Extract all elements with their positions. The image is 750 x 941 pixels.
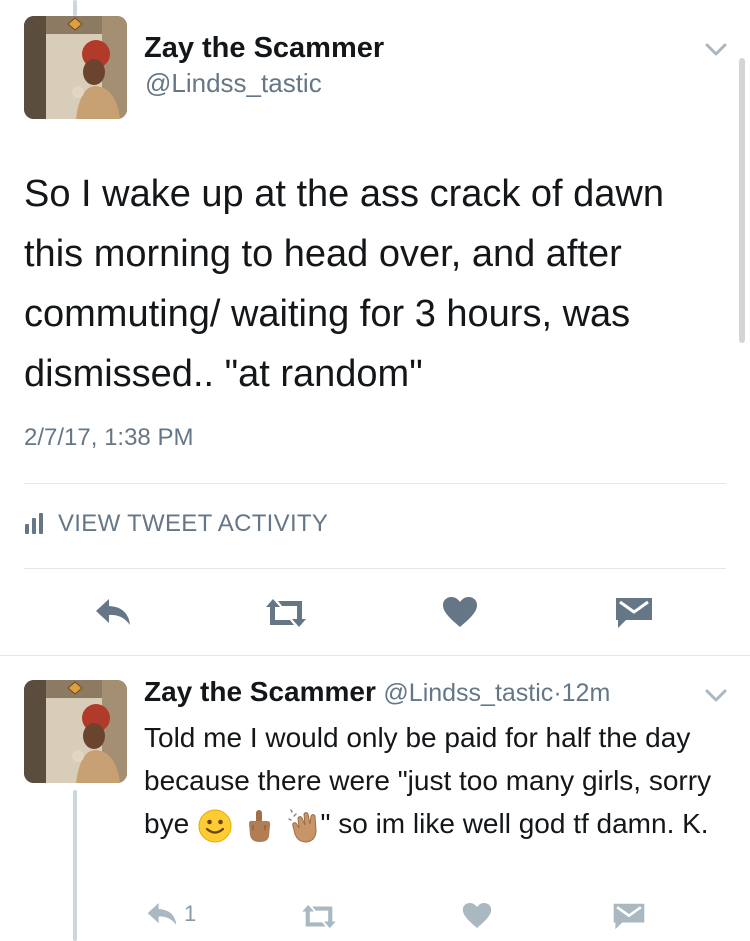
bar-chart-icon — [25, 513, 43, 534]
reply-button[interactable]: 1 — [146, 901, 196, 927]
scrollbar[interactable] — [739, 58, 745, 343]
author-name[interactable]: Zay the Scammer — [144, 676, 376, 707]
reply-icon[interactable] — [94, 597, 132, 627]
reply-icon — [147, 903, 177, 925]
reply-text-part: " so im like well god tf damn. K. — [320, 808, 709, 839]
retweet-icon[interactable] — [299, 903, 339, 930]
retweet-icon[interactable] — [262, 597, 310, 629]
reply-text: Told me I would only be paid for half th… — [144, 716, 724, 845]
author-name[interactable]: Zay the Scammer — [144, 32, 384, 65]
thread-line-top — [73, 0, 77, 16]
tweet-timestamp: 2/7/17, 1:38 PM — [24, 424, 194, 451]
avatar[interactable] — [24, 680, 127, 783]
tweet-text: So I wake up at the ass crack of dawn th… — [24, 173, 665, 395]
waving-hand-emoji — [287, 808, 317, 843]
direct-message-icon[interactable] — [612, 902, 646, 931]
chevron-down-icon[interactable] — [704, 688, 728, 704]
activity-label: VIEW TWEET ACTIVITY — [58, 510, 329, 537]
heart-icon[interactable] — [442, 596, 478, 628]
direct-message-icon[interactable] — [614, 596, 654, 630]
author-handle[interactable]: @Lindss_tastic — [145, 68, 322, 99]
tweet-age: 12m — [561, 679, 611, 707]
view-tweet-activity-link[interactable]: VIEW TWEET ACTIVITY — [24, 510, 328, 538]
reply-header[interactable]: Zay the Scammer @Lindss_tastic·12m — [144, 676, 610, 708]
author-handle[interactable]: @Lindss_tastic — [383, 679, 553, 707]
divider — [24, 568, 726, 569]
avatar[interactable] — [24, 16, 127, 119]
reply-count: 1 — [184, 901, 197, 926]
separator: · — [553, 679, 562, 707]
thread-line — [73, 790, 77, 941]
heart-icon[interactable] — [462, 902, 492, 929]
chevron-down-icon[interactable] — [704, 42, 728, 58]
slightly-smiling-face-emoji — [198, 809, 232, 843]
middle-finger-emoji — [248, 809, 270, 842]
divider — [0, 655, 750, 656]
divider — [24, 483, 726, 484]
